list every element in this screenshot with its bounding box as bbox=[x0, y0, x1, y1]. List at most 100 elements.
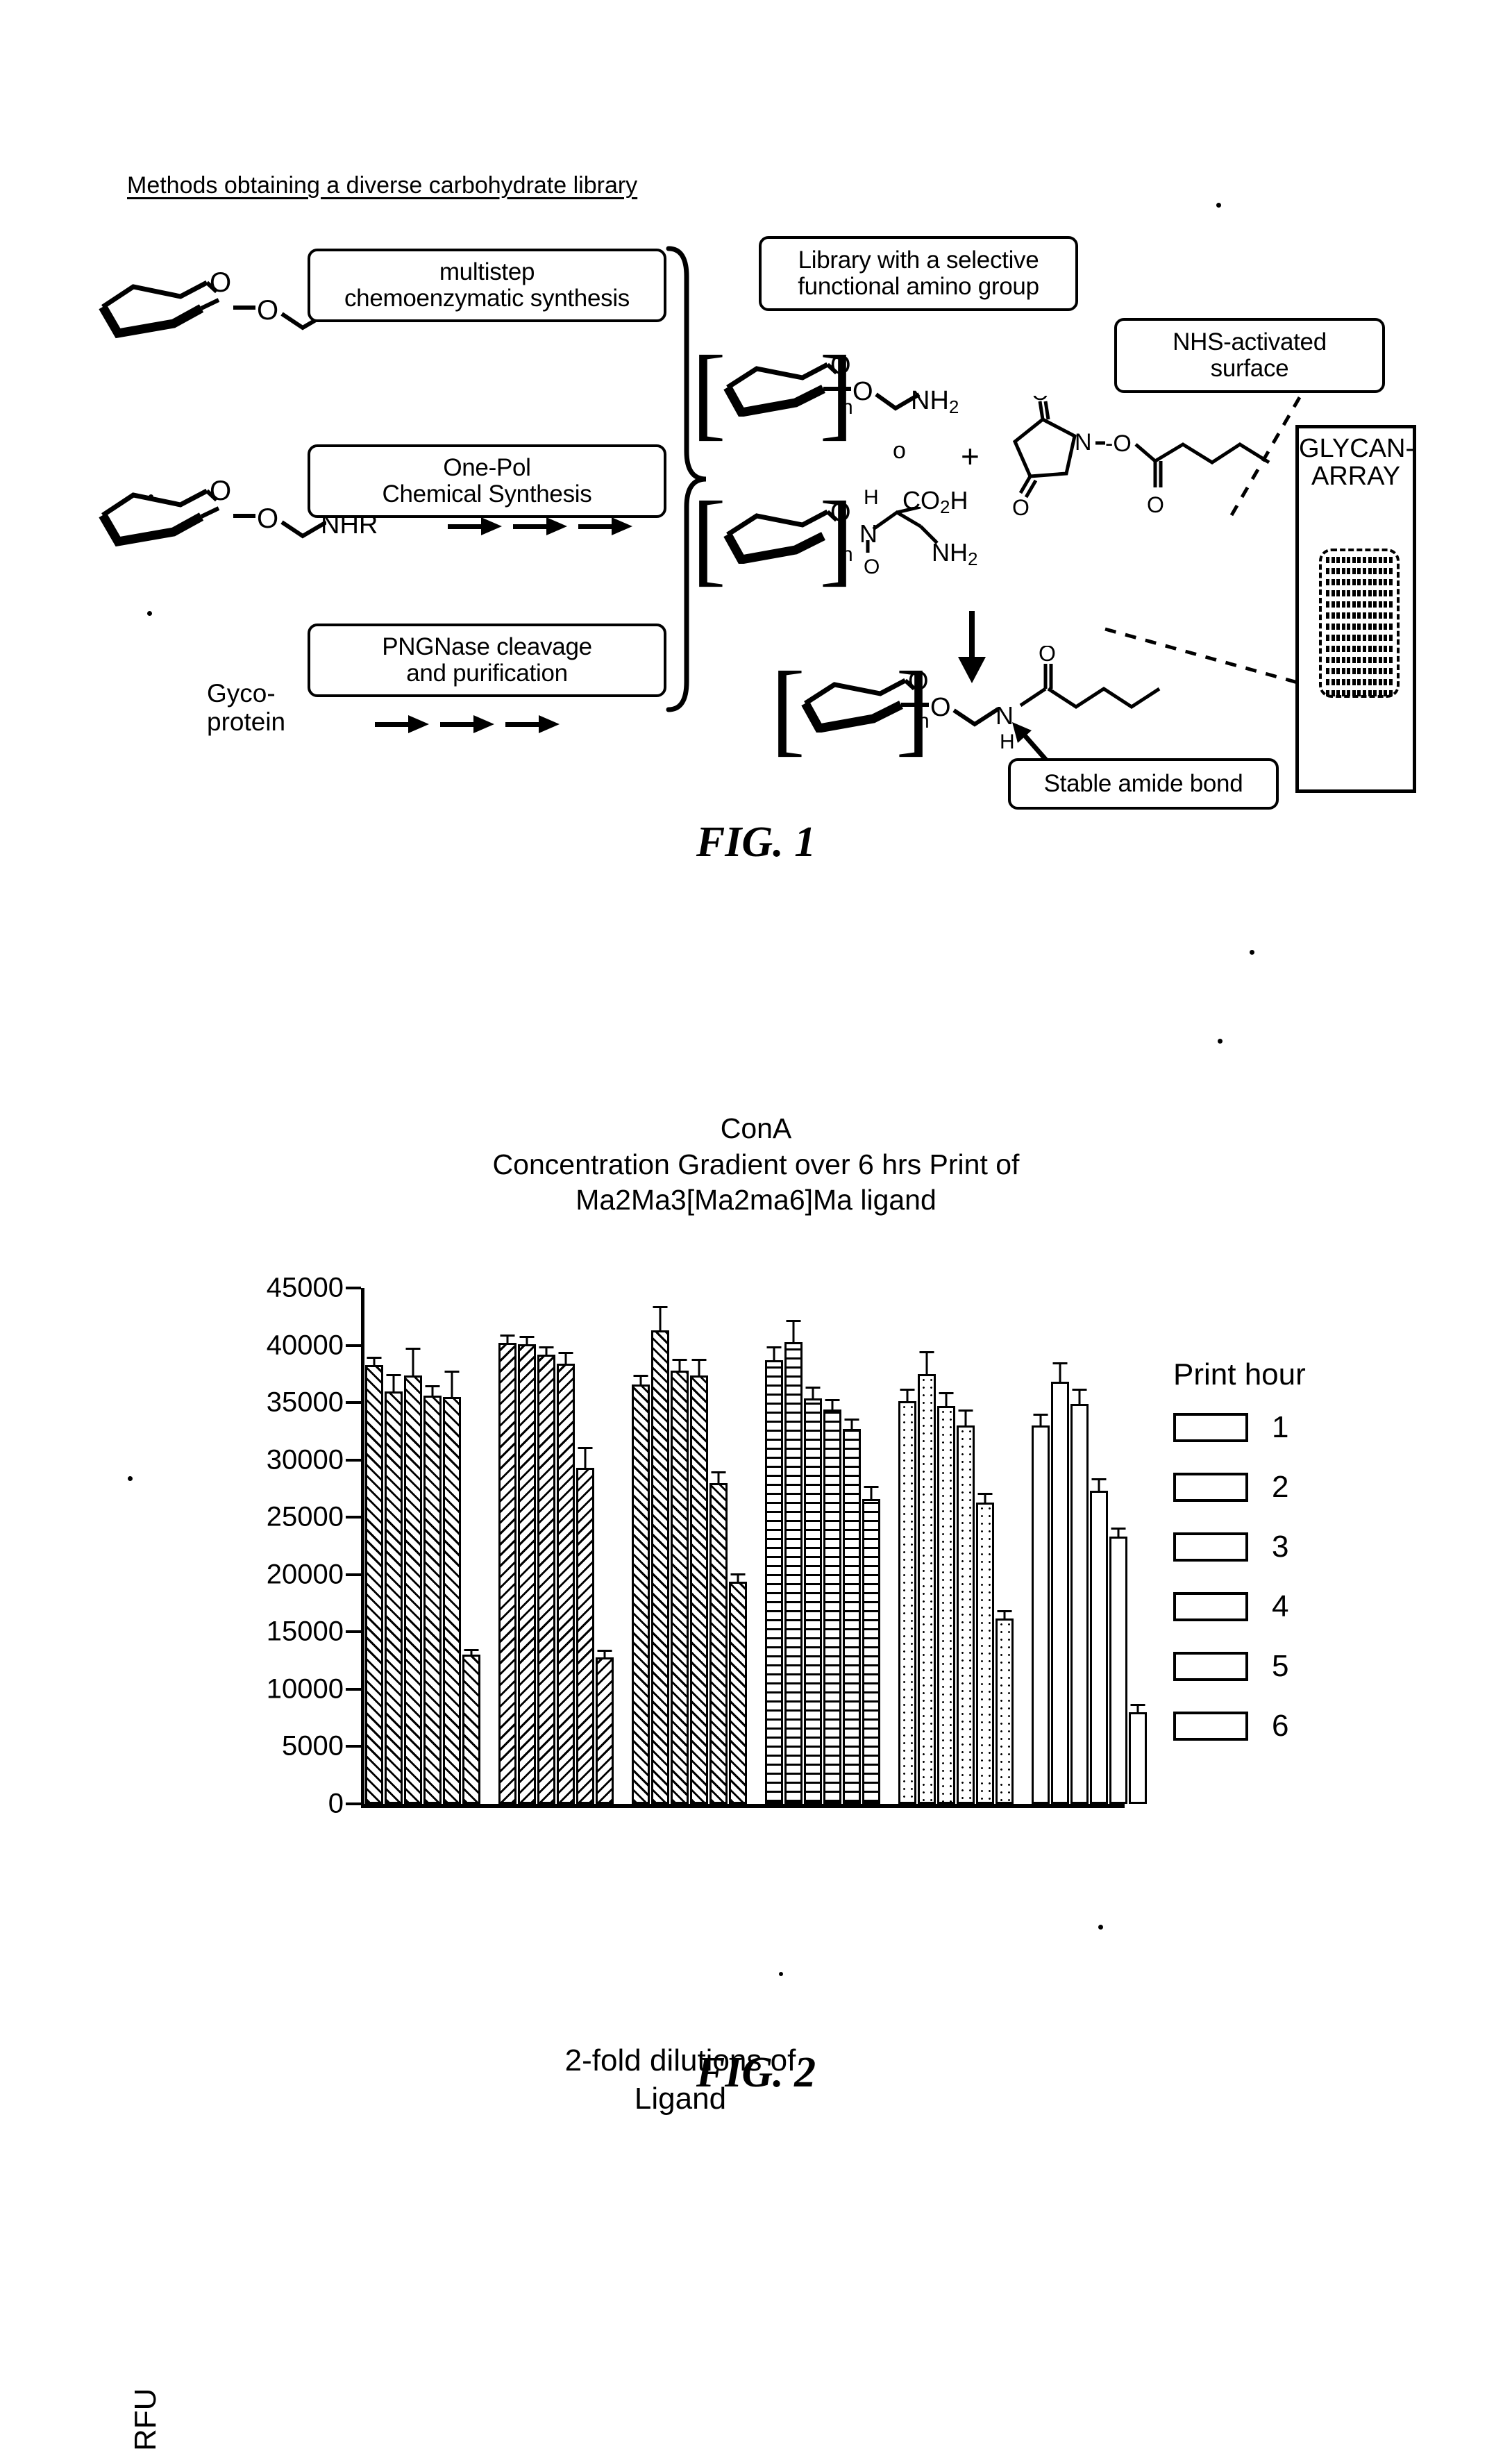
glycan-spot bbox=[1341, 646, 1345, 652]
aminoacid-bonds bbox=[866, 507, 939, 553]
glycan-spot bbox=[1363, 612, 1367, 619]
glycan-spot bbox=[1341, 624, 1345, 630]
bar bbox=[823, 1398, 841, 1804]
y-axis-tick-label: 20000 bbox=[266, 1559, 344, 1590]
glycan-spot bbox=[1336, 612, 1341, 619]
error-bar bbox=[405, 1347, 421, 1378]
box-one-pot-chemical-synthesis[interactable]: One-Pol Chemical Synthesis bbox=[308, 444, 666, 518]
glycan-spot bbox=[1368, 690, 1372, 696]
bar bbox=[651, 1306, 669, 1804]
y-axis-title: RFU bbox=[128, 2388, 162, 2451]
glycan-spot bbox=[1388, 646, 1393, 652]
amine-terminal-subscript: 2 bbox=[948, 396, 959, 417]
glycan-spot bbox=[1352, 612, 1356, 619]
box-library-selective-amino-group[interactable]: Library with a selective functional amin… bbox=[759, 236, 1078, 311]
glycan-spot bbox=[1331, 568, 1335, 574]
error-bar bbox=[900, 1389, 915, 1404]
box-pngnase-cleavage-and-purification[interactable]: PNGNase cleavage and purification bbox=[308, 624, 666, 697]
glycan-spot bbox=[1336, 601, 1341, 608]
y-axis-tick-label: 30000 bbox=[266, 1444, 344, 1475]
bracket-open-aminoacid: [ bbox=[691, 480, 726, 596]
glycan-spot bbox=[1363, 601, 1367, 608]
glycan-spot bbox=[1384, 679, 1388, 685]
bar bbox=[729, 1573, 747, 1804]
glycan-spot bbox=[1378, 668, 1382, 674]
glycan-spot bbox=[1331, 668, 1335, 674]
glycan-spot bbox=[1378, 690, 1382, 696]
legend-item[interactable]: 3 bbox=[1173, 1530, 1451, 1564]
error-bar bbox=[997, 1609, 1012, 1621]
box-library-line1: Library with a selective bbox=[798, 246, 1039, 274]
scan-speckle bbox=[1216, 203, 1221, 208]
glycan-spot bbox=[1388, 568, 1393, 574]
bar bbox=[365, 1356, 383, 1804]
error-bar bbox=[578, 1447, 593, 1471]
bar bbox=[443, 1370, 461, 1804]
glycan-spot bbox=[1352, 579, 1356, 585]
scan-speckle bbox=[779, 1972, 783, 1976]
glycan-spot bbox=[1326, 668, 1329, 674]
legend-title: Print hour bbox=[1173, 1357, 1306, 1391]
grouping-brace bbox=[666, 246, 707, 712]
glycan-spot bbox=[1388, 668, 1393, 674]
glycan-spot bbox=[1373, 679, 1377, 685]
glycan-spot bbox=[1336, 690, 1341, 696]
glycan-spot bbox=[1347, 579, 1351, 585]
glycan-spot-row bbox=[1326, 624, 1393, 630]
arrow-right-icon bbox=[505, 715, 560, 733]
box-library-line2: functional amino group bbox=[798, 273, 1039, 300]
glycan-spot bbox=[1357, 646, 1361, 652]
glycan-spot bbox=[1368, 668, 1372, 674]
subscript-n-amine: n bbox=[841, 396, 853, 419]
y-axis-tick-label: 15000 bbox=[266, 1616, 344, 1647]
error-bar bbox=[691, 1359, 707, 1378]
arrow-right-icon bbox=[513, 517, 567, 535]
legend-item[interactable]: 1 bbox=[1173, 1410, 1451, 1445]
legend-item[interactable]: 5 bbox=[1173, 1649, 1451, 1684]
bar bbox=[1090, 1478, 1108, 1804]
glycan-spot-row bbox=[1326, 657, 1393, 663]
glycan-spot bbox=[1373, 668, 1377, 674]
glycan-spot bbox=[1378, 635, 1382, 641]
box-stable-amide-bond[interactable]: Stable amide bond bbox=[1008, 758, 1279, 810]
glycan-spot bbox=[1388, 579, 1393, 585]
glycan-spot bbox=[1326, 624, 1329, 630]
x-axis-line bbox=[361, 1804, 1125, 1808]
glycan-spot bbox=[1341, 590, 1345, 596]
legend-item[interactable]: 6 bbox=[1173, 1709, 1451, 1743]
legend-item[interactable]: 4 bbox=[1173, 1589, 1451, 1624]
error-bar bbox=[539, 1346, 554, 1357]
error-bar bbox=[786, 1319, 801, 1344]
glycan-spot bbox=[1352, 601, 1356, 608]
y-axis-tick bbox=[346, 1687, 361, 1691]
box-nhs-activated-surface[interactable]: NHS-activated surface bbox=[1114, 318, 1385, 393]
glycan-spot bbox=[1388, 690, 1393, 696]
glycan-spot bbox=[1336, 657, 1341, 663]
glycan-spot bbox=[1368, 612, 1372, 619]
bar bbox=[423, 1385, 442, 1804]
y-axis-tick bbox=[346, 1344, 361, 1347]
box-multistep-chemoenzymatic-synthesis[interactable]: multistep chemoenzymatic synthesis bbox=[308, 249, 666, 322]
glycan-spot bbox=[1378, 590, 1382, 596]
glycan-spot bbox=[1331, 590, 1335, 596]
bar-group bbox=[365, 1288, 480, 1804]
error-bar bbox=[367, 1356, 382, 1367]
glycan-spot bbox=[1347, 601, 1351, 608]
figure2: ConA Concentration Gradient over 6 hrs P… bbox=[0, 1111, 1512, 2451]
glycan-spot bbox=[1352, 657, 1356, 663]
glycan-spot bbox=[1384, 612, 1388, 619]
glycan-spot bbox=[1341, 657, 1345, 663]
glycan-spot bbox=[1363, 690, 1367, 696]
error-bar bbox=[1033, 1414, 1048, 1428]
legend-label: 3 bbox=[1272, 1530, 1289, 1564]
glycan-spot bbox=[1331, 635, 1335, 641]
error-bar bbox=[500, 1335, 515, 1346]
glycan-spot bbox=[1378, 557, 1382, 563]
glycan-spot bbox=[1336, 579, 1341, 585]
box-pngnase-line1: PNGNase cleavage bbox=[382, 633, 592, 661]
box-onepot-line2: Chemical Synthesis bbox=[382, 480, 592, 508]
glycan-spot bbox=[1326, 590, 1329, 596]
glycan-array-title-line2: ARRAY bbox=[1311, 461, 1401, 491]
legend-item[interactable]: 2 bbox=[1173, 1470, 1451, 1505]
glycan-spot bbox=[1368, 657, 1372, 663]
